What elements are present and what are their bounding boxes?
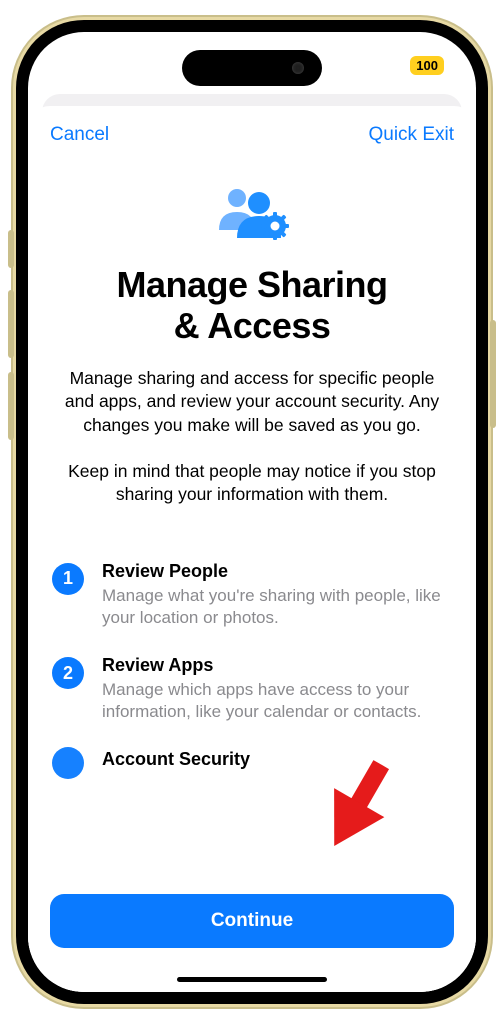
nav-bar: Cancel Quick Exit (28, 106, 476, 146)
step-number-badge: 2 (52, 657, 84, 689)
step-number-badge: 1 (52, 563, 84, 595)
note-text: Keep in mind that people may notice if y… (52, 460, 452, 507)
cancel-button[interactable]: Cancel (50, 124, 109, 146)
side-button (490, 320, 496, 428)
step-review-apps: 2 Review Apps Manage which apps have acc… (52, 655, 452, 723)
dynamic-island (182, 50, 322, 86)
description-text: Manage sharing and access for specific p… (52, 367, 452, 438)
camera-icon (292, 62, 304, 74)
volume-down-button (8, 372, 14, 440)
screen: 100 Cancel Quick Exit (28, 32, 476, 992)
quick-exit-button[interactable]: Quick Exit (368, 124, 454, 146)
step-desc: Manage which apps have access to your in… (102, 679, 452, 723)
mute-switch (8, 230, 14, 268)
steps-list: 1 Review People Manage what you're shari… (52, 561, 452, 779)
home-indicator[interactable] (177, 977, 327, 982)
step-title: Review Apps (102, 655, 452, 676)
page-title: Manage Sharing & Access (52, 264, 452, 347)
step-account-security: Account Security (52, 749, 452, 779)
modal-sheet: Cancel Quick Exit (28, 106, 476, 992)
continue-button[interactable]: Continue (50, 894, 454, 948)
step-number-badge (52, 747, 84, 779)
step-title: Review People (102, 561, 452, 582)
step-desc: Manage what you're sharing with people, … (102, 585, 452, 629)
people-gear-icon (52, 186, 452, 242)
volume-up-button (8, 290, 14, 358)
footer: Continue (28, 878, 476, 992)
step-title: Account Security (102, 749, 452, 770)
battery-badge: 100 (410, 56, 444, 75)
phone-frame: 100 Cancel Quick Exit (16, 20, 488, 1004)
step-review-people: 1 Review People Manage what you're shari… (52, 561, 452, 629)
